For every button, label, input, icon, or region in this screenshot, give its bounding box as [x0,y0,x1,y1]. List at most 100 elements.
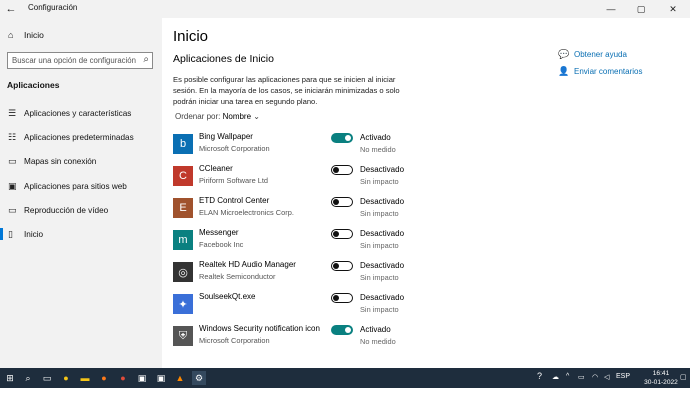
app-logo-icon: b [173,134,193,154]
startup-impact: Sin impacto [360,209,399,218]
toggle-state: Desactivado [360,293,405,302]
close-icon[interactable]: ✕ [658,0,688,18]
volume-icon[interactable]: ◁ [604,373,609,381]
sidebar-item-label: Inicio [24,229,44,239]
notification-icon[interactable]: ▢ [680,373,687,381]
vlc-icon[interactable]: ▲ [173,371,187,385]
cloud-icon[interactable]: ☁ [552,373,559,381]
app-logo-icon: m [173,230,193,250]
app-icon[interactable]: ▣ [154,371,168,385]
sidebar-home-label: Inicio [24,30,44,40]
startup-toggle[interactable] [331,197,353,207]
startup-app-row: m Messenger Facebook Inc Desactivado Sin imp… [173,228,423,256]
home-icon: ⌂ [8,30,14,40]
sidebar-item-label: Aplicaciones predeterminadas [24,132,134,142]
toggle-knob [333,199,339,205]
clock[interactable]: 16:41 30-01-2022 [644,369,678,387]
description: Es posible configurar las aplicaciones p… [173,75,400,106]
startup-toggle[interactable] [331,165,353,175]
send-feedback-link[interactable]: 👤 Enviar comentarios [558,66,642,77]
default-apps-icon: ☷ [8,131,17,142]
clock-date: 30-01-2022 [644,379,678,386]
help-icon: 💬 [558,49,570,59]
app-name: CCleaner [199,164,233,173]
sidebar-item-apps-features[interactable]: ☰ Aplicaciones y características [0,103,162,123]
battery-icon[interactable]: ▭ [578,373,585,381]
sidebar-section-title: Aplicaciones [7,80,60,90]
sidebar-item-startup[interactable]: ▯ Inicio [0,224,162,244]
app-publisher: ELAN Microelectronics Corp. [199,208,294,217]
start-icon[interactable]: ⊞ [3,371,17,385]
startup-impact: Sin impacto [360,305,399,314]
app-logo-icon: E [173,198,193,218]
startup-impact: Sin impacto [360,273,399,282]
toggle-state: Desactivado [360,261,405,270]
settings-window: ← Configuración — ▢ ✕ ⌂ Inicio Buscar un… [0,0,690,368]
chrome-icon[interactable]: ● [116,371,130,385]
back-icon[interactable]: ← [3,1,19,17]
app-publisher: Facebook Inc [199,240,244,249]
app-name: SoulseekQt.exe [199,292,256,301]
app-icon[interactable]: ● [59,371,73,385]
startup-toggle[interactable] [331,229,353,239]
toggle-knob [345,327,351,333]
startup-app-row: C CCleaner Piriform Software Ltd Desactivad… [173,164,423,192]
chevron-up-icon[interactable]: ^ [566,373,569,380]
sidebar-item-offline-maps[interactable]: ▭ Mapas sin conexión [0,151,162,171]
app-name: Bing Wallpaper [199,132,253,141]
list-icon: ☰ [8,107,17,118]
minimize-icon[interactable]: — [596,0,626,18]
app-icon[interactable]: ▣ [135,371,149,385]
app-publisher: Microsoft Corporation [199,336,270,345]
toggle-knob [333,263,339,269]
maximize-icon[interactable]: ▢ [626,0,656,18]
startup-app-row: b Bing Wallpaper Microsoft Corporation Acti… [173,132,423,160]
app-logo-icon: ◎ [173,262,193,282]
toggle-state: Activado [360,133,391,142]
task-view-icon[interactable]: ▭ [40,371,54,385]
sort-dropdown[interactable]: Ordenar por: Nombre ⌄ [175,112,260,121]
search-icon[interactable]: ⌕ [143,54,149,65]
map-icon: ▭ [8,155,17,166]
toggle-state: Desactivado [360,197,405,206]
wifi-icon[interactable]: ◠ [592,373,598,381]
search-input[interactable]: Buscar una opción de configuración ⌕ [7,52,153,69]
startup-toggle[interactable] [331,261,353,271]
startup-impact: Sin impacto [360,241,399,250]
taskbar: ⊞ ⌕ ▭ ● ▬ ● ● ▣ ▣ ▲ ⚙ ? ☁ ^ ▭ ◠ ◁ ESP 16… [0,368,690,388]
chevron-down-icon: ⌄ [253,112,260,121]
app-publisher: Realtek Semiconductor [199,272,276,281]
active-indicator [0,228,3,240]
search-icon[interactable]: ⌕ [21,371,35,385]
clock-time: 16:41 [652,370,670,377]
toggle-state: Desactivado [360,165,405,174]
sidebar-item-video-playback[interactable]: ▭ Reproducción de vídeo [0,200,162,220]
get-help-link[interactable]: 💬 Obtener ayuda [558,49,627,60]
sidebar-item-website-apps[interactable]: ▣ Aplicaciones para sitios web [0,176,162,196]
help-icon[interactable]: ? [537,371,542,381]
sidebar-item-default-apps[interactable]: ☷ Aplicaciones predeterminadas [0,127,162,147]
sidebar-home[interactable]: ⌂ Inicio [8,30,44,40]
folder-icon[interactable]: ▬ [78,371,92,385]
page-title: Inicio [173,28,209,45]
startup-app-row: ⛨ Windows Security notification icon Micro… [173,324,423,352]
get-help-label: Obtener ayuda [574,50,627,59]
sort-label: Ordenar por: [175,112,221,121]
bottom-strip [0,388,690,404]
startup-toggle[interactable] [331,133,353,143]
search-placeholder: Buscar una opción de configuración [12,56,136,65]
app-name: ETD Control Center [199,196,270,205]
startup-impact: Sin impacto [360,177,399,186]
settings-icon[interactable]: ⚙ [192,371,206,385]
language-indicator[interactable]: ESP [616,373,630,380]
startup-toggle[interactable] [331,293,353,303]
sidebar-item-label: Aplicaciones y características [24,108,132,118]
app-name: Realtek HD Audio Manager [199,260,296,269]
startup-toggle[interactable] [331,325,353,335]
website-apps-icon: ▣ [8,180,17,191]
app-name: Messenger [199,228,239,237]
startup-impact: No medido [360,337,396,346]
startup-app-row: ◎ Realtek HD Audio Manager Realtek Semicon… [173,260,423,288]
app-logo-icon: C [173,166,193,186]
firefox-icon[interactable]: ● [97,371,111,385]
